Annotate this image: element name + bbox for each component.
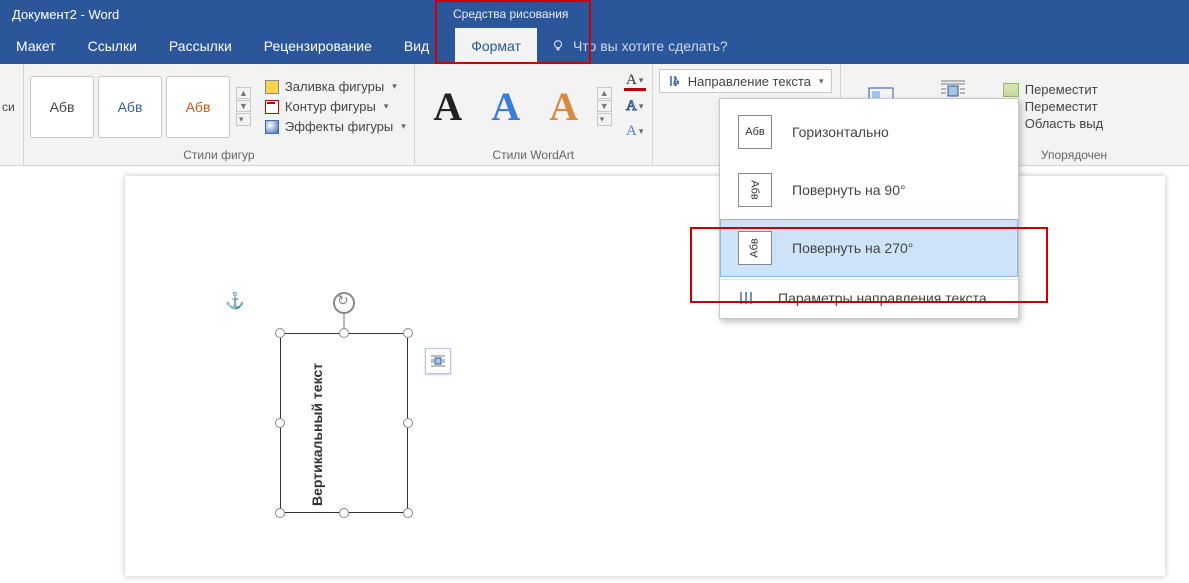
effects-icon bbox=[265, 120, 279, 134]
tell-me-placeholder: Что вы хотите сделать? bbox=[573, 38, 728, 54]
sel-handle-tm[interactable] bbox=[339, 328, 349, 338]
horizontal-thumb-icon: Абв bbox=[738, 115, 772, 149]
group-shape-styles: Абв Абв Абв ▲ ▼ ▾ Заливка фигуры▾ Контур… bbox=[24, 64, 415, 165]
ribbon-tabs: Макет Ссылки Рассылки Рецензирование Вид… bbox=[0, 28, 1189, 64]
sel-handle-ml[interactable] bbox=[275, 418, 285, 428]
paint-bucket-icon bbox=[265, 80, 279, 94]
dd-item-params[interactable]: Параметры направления текста... bbox=[720, 282, 1018, 314]
rotate90-thumb-icon: Абв bbox=[738, 173, 772, 207]
group-label-wordart: Стили WordArt bbox=[421, 146, 646, 164]
shape-style-preset-3[interactable]: Абв bbox=[166, 76, 230, 138]
tab-format[interactable]: Формат bbox=[455, 28, 537, 64]
group-label-shape-styles: Стили фигур bbox=[30, 146, 408, 164]
shape-style-preset-1[interactable]: Абв bbox=[30, 76, 94, 138]
wordart-preset-3[interactable]: A bbox=[537, 76, 591, 138]
text-effects-button[interactable]: A▾ bbox=[624, 123, 646, 141]
tab-layout[interactable]: Макет bbox=[0, 28, 72, 64]
tell-me[interactable]: Что вы хотите сделать? bbox=[537, 28, 742, 64]
title-bar: Документ2 - Word Средства рисования bbox=[0, 0, 1189, 28]
gallery-more-icon[interactable]: ▾ bbox=[236, 113, 251, 126]
text-direction-icon: A bbox=[668, 74, 682, 88]
lightbulb-icon bbox=[551, 39, 565, 53]
gallery-up-icon[interactable]: ▲ bbox=[236, 87, 251, 99]
anchor-icon: ⚓ bbox=[225, 291, 245, 311]
text-box-shape[interactable]: Вертикальный текст bbox=[280, 333, 408, 513]
tab-review[interactable]: Рецензирование bbox=[248, 28, 388, 64]
sel-handle-mr[interactable] bbox=[403, 418, 413, 428]
rotation-handle[interactable] bbox=[333, 292, 355, 314]
wa-gallery-more-icon[interactable]: ▾ bbox=[597, 113, 612, 126]
dd-item-rotate-270[interactable]: Абв Повернуть на 270° bbox=[720, 219, 1018, 277]
layout-options-button[interactable] bbox=[425, 348, 451, 374]
bring-forward-icon bbox=[1003, 83, 1019, 97]
wa-gallery-down-icon[interactable]: ▼ bbox=[597, 100, 612, 112]
pencil-icon bbox=[265, 100, 279, 114]
tab-view[interactable]: Вид bbox=[388, 28, 445, 64]
sel-handle-bl[interactable] bbox=[275, 508, 285, 518]
tab-references[interactable]: Ссылки bbox=[72, 28, 153, 64]
gallery-down-icon[interactable]: ▼ bbox=[236, 100, 251, 112]
dd-item-rotate-90[interactable]: Абв Повернуть на 90° bbox=[720, 161, 1018, 219]
window-title: Документ2 - Word bbox=[12, 7, 119, 22]
dd-item-horizontal[interactable]: Абв Горизонтально bbox=[720, 103, 1018, 161]
shape-effects-button[interactable]: Эффекты фигуры▾ bbox=[263, 118, 408, 135]
text-outline-button[interactable]: A▾ bbox=[624, 98, 646, 116]
shape-outline-button[interactable]: Контур фигуры▾ bbox=[263, 98, 408, 115]
wordart-preset-2[interactable]: A bbox=[479, 76, 533, 138]
shape-style-preset-2[interactable]: Абв bbox=[98, 76, 162, 138]
wordart-preset-1[interactable]: A bbox=[421, 76, 475, 138]
shape-text: Вертикальный текст bbox=[309, 363, 325, 506]
sel-handle-tr[interactable] bbox=[403, 328, 413, 338]
svg-text:A: A bbox=[673, 76, 679, 86]
rotate270-thumb-icon: Абв bbox=[738, 231, 772, 265]
params-icon bbox=[738, 290, 754, 306]
sel-handle-tl[interactable] bbox=[275, 328, 285, 338]
wa-gallery-up-icon[interactable]: ▲ bbox=[597, 87, 612, 99]
text-direction-dropdown: Абв Горизонтально Абв Повернуть на 90° А… bbox=[719, 98, 1019, 319]
bring-forward-button[interactable]: Переместит bbox=[1003, 82, 1103, 97]
text-fill-button[interactable]: A▾ bbox=[624, 73, 646, 91]
layout-options-icon bbox=[430, 354, 446, 368]
sel-handle-bm[interactable] bbox=[339, 508, 349, 518]
sel-handle-br[interactable] bbox=[403, 508, 413, 518]
tab-mailings[interactable]: Рассылки bbox=[153, 28, 248, 64]
shape-fill-button[interactable]: Заливка фигуры▾ bbox=[263, 78, 408, 95]
contextual-tab-label: Средства рисования bbox=[435, 0, 586, 28]
text-direction-button[interactable]: A Направление текста▾ bbox=[659, 69, 833, 93]
group-wordart-styles: A A A ▲ ▼ ▾ A▾ A▾ A▾ Стили WordArt bbox=[415, 64, 653, 165]
dropdown-separator bbox=[720, 279, 1018, 280]
